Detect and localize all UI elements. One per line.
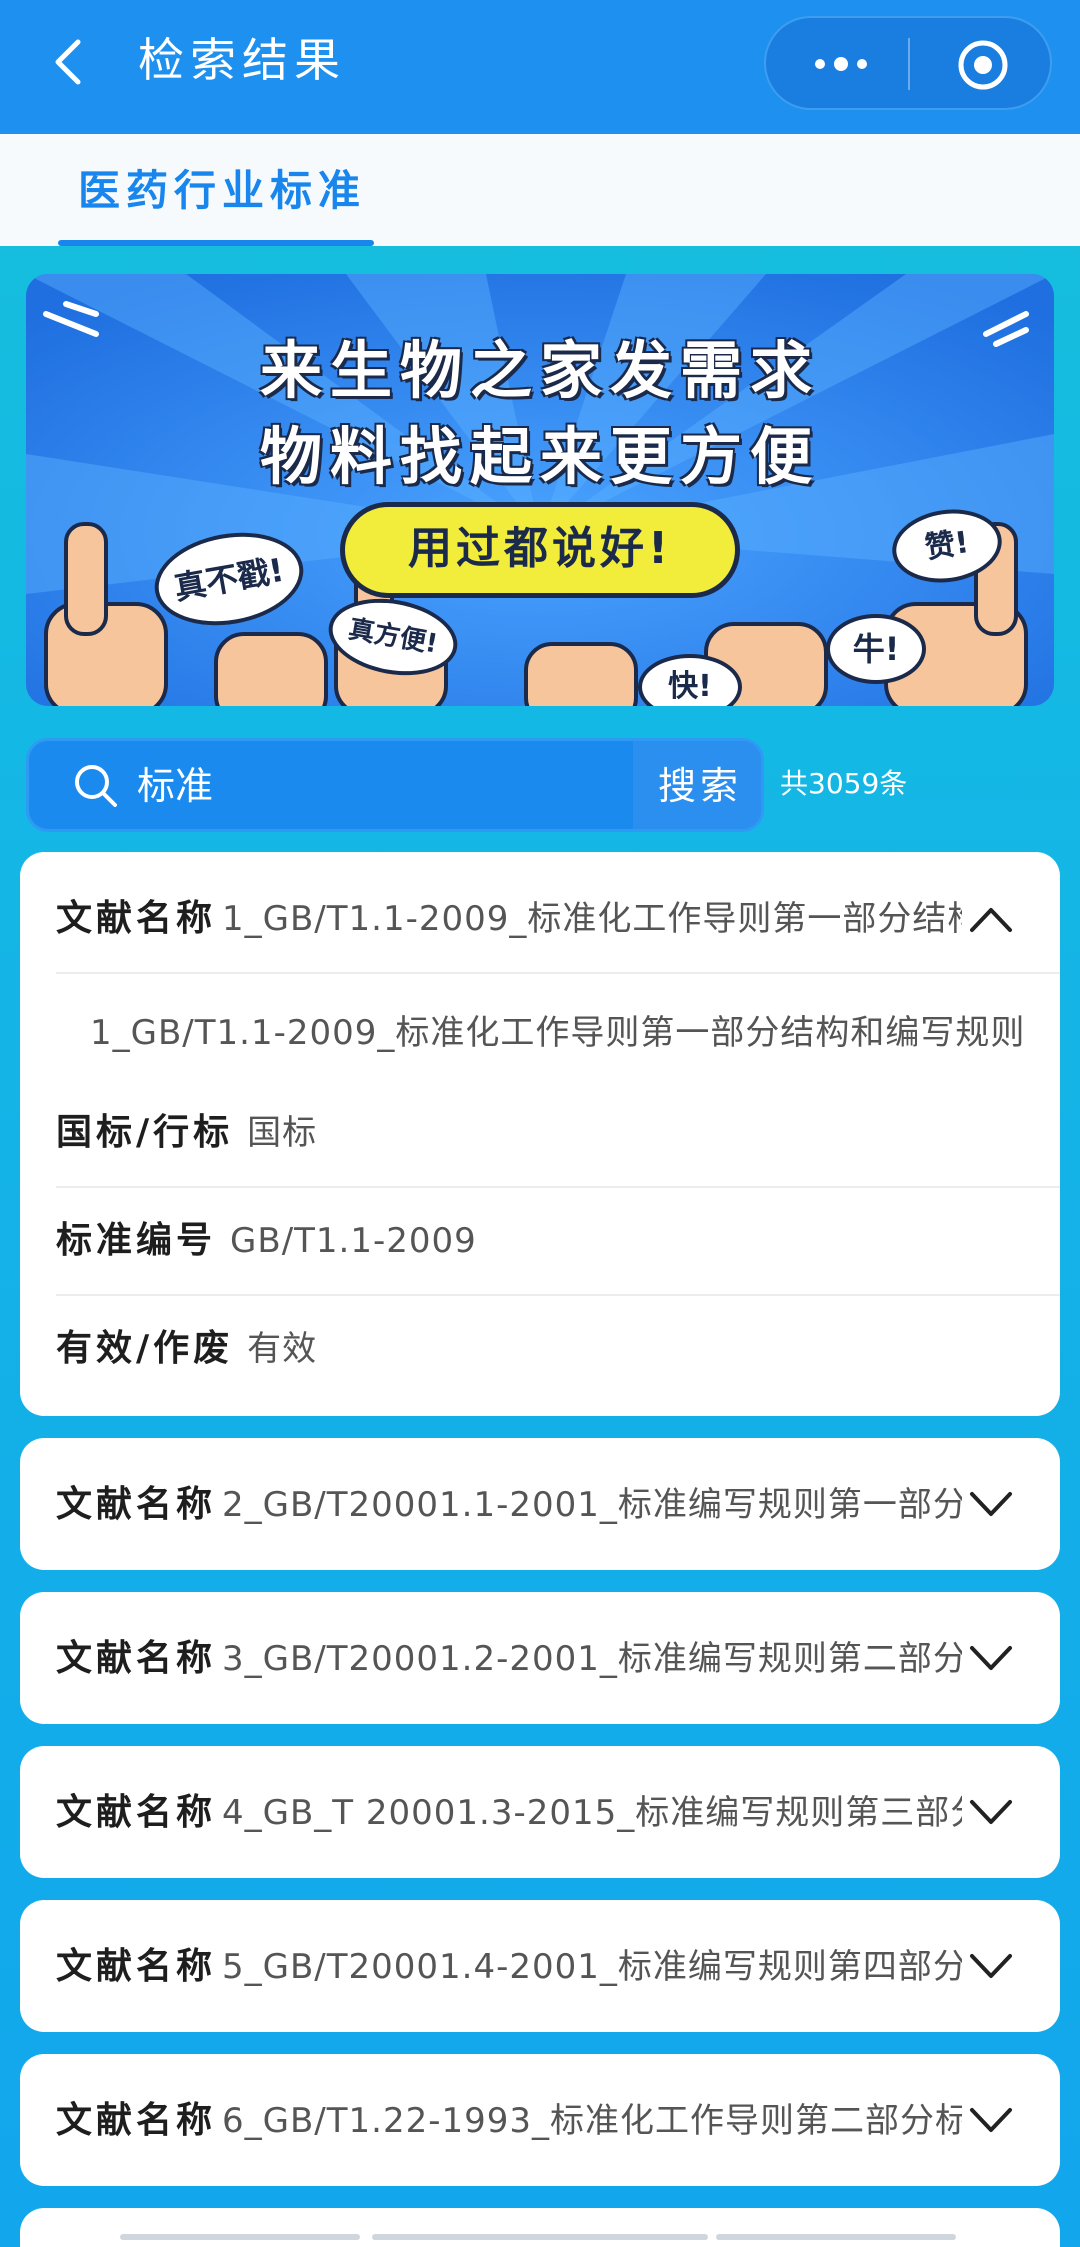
result-card-header[interactable]: 文献名称 1_GB/T1.1-2009_标准化工作导则第一部分结构和编写规则 bbox=[20, 852, 1060, 984]
result-card-header[interactable]: 文献名称 2_GB/T20001.1-2001_标准编写规则第一部分 bbox=[20, 1438, 1060, 1570]
national-label: 国标/行标 bbox=[56, 1112, 234, 1153]
more-dots-icon[interactable] bbox=[806, 46, 876, 82]
std-number-value: GB/T1.1-2009 bbox=[230, 1221, 477, 1261]
chevron-down-icon[interactable] bbox=[966, 2100, 1016, 2140]
detail-std-number: 标准编号 GB/T1.1-2009 bbox=[56, 1216, 477, 1272]
doc-name-value: 5_GB/T20001.4-2001_标准编写规则第四部分 bbox=[222, 1947, 962, 1987]
detail-validity: 有效/作废 有效 bbox=[56, 1324, 317, 1380]
result-card-partial[interactable] bbox=[20, 2208, 1060, 2247]
doc-name-value: 3_GB/T20001.2-2001_标准编写规则第二部分 bbox=[222, 1639, 962, 1679]
doc-name-label: 文献名称 bbox=[56, 2100, 217, 2141]
doc-name-value: 4_GB_T 20001.3-2015_标准编写规则第三部分 bbox=[222, 1793, 962, 1833]
banner-headline-2: 物料找起来更方便 bbox=[259, 420, 820, 493]
tab-medical-standards[interactable]: 医药行业标准 bbox=[58, 156, 386, 226]
chevron-down-icon[interactable] bbox=[966, 1792, 1016, 1832]
divider bbox=[56, 1186, 1060, 1188]
result-card[interactable]: 文献名称 3_GB/T20001.2-2001_标准编写规则第二部分 bbox=[20, 1592, 1060, 1724]
divider bbox=[56, 1294, 1060, 1296]
result-card-expanded: 文献名称 1_GB/T1.1-2009_标准化工作导则第一部分结构和编写规则 1… bbox=[20, 852, 1060, 1416]
result-card-header[interactable]: 文献名称 4_GB_T 20001.3-2015_标准编写规则第三部分 bbox=[20, 1746, 1060, 1878]
promo-banner[interactable]: 来生物之家发需求 物料找起来更方便 用过都说好! 真不戳! 真方便! 快! 牛!… bbox=[26, 274, 1054, 706]
result-card-header[interactable]: 文献名称 3_GB/T20001.2-2001_标准编写规则第二部分 bbox=[20, 1592, 1060, 1724]
result-card-header[interactable]: 文献名称 6_GB/T1.22-1993_标准化工作导则第二部分标 bbox=[20, 2054, 1060, 2186]
doc-name-value: 6_GB/T1.22-1993_标准化工作导则第二部分标 bbox=[222, 2101, 962, 2141]
validity-value: 有效 bbox=[247, 1329, 318, 1369]
doc-name-value: 1_GB/T1.1-2009_标准化工作导则第一部分结构和编写规则 bbox=[222, 899, 962, 939]
result-card[interactable]: 文献名称 4_GB_T 20001.3-2015_标准编写规则第三部分 bbox=[20, 1746, 1060, 1878]
result-card[interactable]: 文献名称 2_GB/T20001.1-2001_标准编写规则第一部分 bbox=[20, 1438, 1060, 1570]
tab-active-indicator bbox=[58, 240, 374, 246]
result-card[interactable]: 文献名称 5_GB/T20001.4-2001_标准编写规则第四部分 bbox=[20, 1900, 1060, 2032]
scroll-indicator bbox=[120, 2234, 360, 2240]
mini-program-capsule bbox=[764, 16, 1052, 110]
chevron-down-icon[interactable] bbox=[966, 1484, 1016, 1524]
chevron-down-icon[interactable] bbox=[966, 1638, 1016, 1678]
page-title: 检索结果 bbox=[138, 33, 346, 87]
detail-national: 国标/行标 国标 bbox=[56, 1108, 317, 1164]
doc-name-label: 文献名称 bbox=[56, 898, 217, 939]
search-bar: 标准 搜索 bbox=[26, 738, 764, 832]
chevron-up-icon[interactable] bbox=[966, 898, 1016, 938]
doc-name-label: 文献名称 bbox=[56, 1946, 217, 1987]
scroll-indicator bbox=[716, 2234, 956, 2240]
search-input[interactable]: 标准 bbox=[137, 757, 213, 815]
doc-name-label: 文献名称 bbox=[56, 1792, 217, 1833]
tab-bar: 医药行业标准 bbox=[0, 134, 1080, 246]
navigation-bar: 检索结果 bbox=[0, 0, 1080, 134]
target-circle-icon[interactable] bbox=[956, 38, 1010, 92]
doc-full-name: 1_GB/T1.1-2009_标准化工作导则第一部分结构和编写规则 bbox=[90, 1013, 1026, 1053]
divider bbox=[56, 972, 1060, 974]
doc-name-label: 文献名称 bbox=[56, 1638, 217, 1679]
chevron-left-icon[interactable] bbox=[40, 32, 100, 92]
std-number-label: 标准编号 bbox=[56, 1220, 217, 1261]
doc-name-value: 2_GB/T20001.1-2001_标准编写规则第一部分 bbox=[222, 1485, 962, 1525]
scroll-indicator bbox=[372, 2234, 708, 2240]
banner-headline-1: 来生物之家发需求 bbox=[259, 334, 820, 407]
doc-name-label: 文献名称 bbox=[56, 1484, 217, 1525]
search-button[interactable]: 搜索 bbox=[633, 741, 761, 829]
result-card[interactable]: 文献名称 6_GB/T1.22-1993_标准化工作导则第二部分标 bbox=[20, 2054, 1060, 2186]
capsule-divider bbox=[908, 38, 910, 90]
banner-bubble: 牛! bbox=[826, 614, 926, 684]
banner-slogan: 用过都说好! bbox=[340, 502, 740, 598]
validity-label: 有效/作废 bbox=[56, 1328, 234, 1369]
search-icon bbox=[75, 765, 117, 807]
chevron-down-icon[interactable] bbox=[966, 1946, 1016, 1986]
result-count: 共3059条 bbox=[780, 767, 908, 800]
national-value: 国标 bbox=[247, 1113, 318, 1153]
result-card-header[interactable]: 文献名称 5_GB/T20001.4-2001_标准编写规则第四部分 bbox=[20, 1900, 1060, 2032]
